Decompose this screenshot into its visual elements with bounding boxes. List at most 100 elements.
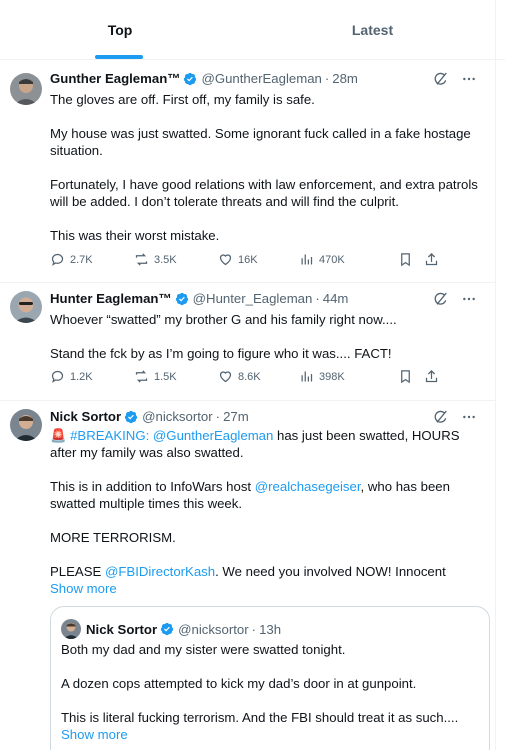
avatar[interactable]: [10, 409, 42, 441]
repost-count: 1.5K: [154, 370, 177, 383]
tweet[interactable]: Nick Sortor @nicksortor · 27m 🚨 #BREAKIN…: [0, 401, 495, 750]
quoted-handle: @nicksortor: [178, 621, 249, 637]
tweet-line: MORE TERRORISM.: [50, 530, 176, 545]
mention-link[interactable]: @realchasegeiser: [255, 479, 361, 494]
timestamp[interactable]: 27m: [223, 409, 249, 424]
more-options-icon[interactable]: [461, 291, 477, 307]
share-button[interactable]: [424, 369, 439, 384]
repost-button[interactable]: 3.5K: [134, 252, 177, 267]
tweet-line: My house was just swatted. Some ignorant…: [50, 126, 471, 158]
tweet-text-segment: . We need you involved NOW! Innocent: [215, 564, 446, 579]
quoted-tweet-text: Both my dad and my sister were swatted t…: [61, 641, 477, 743]
separator-dot: ·: [315, 291, 320, 306]
tweet-line: Stand the fck by as I’m going to figure …: [50, 346, 392, 361]
like-button[interactable]: 16K: [218, 252, 258, 267]
verified-badge-icon: [184, 72, 197, 85]
show-more-link[interactable]: Show more: [50, 580, 481, 597]
avatar[interactable]: [10, 291, 42, 323]
bookmark-icon: [401, 370, 410, 384]
tweet[interactable]: Hunter Eagleman™ @Hunter_Eagleman · 44m …: [0, 283, 495, 401]
grok-icon[interactable]: [433, 71, 449, 87]
timestamp[interactable]: 44m: [323, 291, 349, 306]
handle[interactable]: @Hunter_Eagleman: [193, 291, 313, 306]
like-button[interactable]: 8.6K: [218, 369, 261, 384]
tweet-line: The gloves are off. First off, my family…: [50, 92, 315, 107]
quoted-timestamp: 13h: [259, 621, 282, 637]
tab-latest-label: Latest: [351, 22, 394, 38]
tweet-line: This was their worst mistake.: [50, 228, 220, 243]
quoted-tweet[interactable]: Nick Sortor @nicksortor · 13h Both my da…: [50, 606, 490, 750]
heart-icon: [219, 371, 232, 383]
tab-top-label: Top: [107, 22, 133, 38]
heart-icon: [219, 254, 232, 266]
display-name[interactable]: Hunter Eagleman™: [50, 291, 172, 306]
share-button[interactable]: [424, 252, 439, 267]
grok-icon[interactable]: [433, 291, 449, 307]
verified-badge-icon: [124, 410, 138, 423]
tweet-header: Hunter Eagleman™ @Hunter_Eagleman · 44m: [50, 291, 485, 306]
view-count: 398K: [319, 370, 345, 383]
tab-top[interactable]: Top: [0, 0, 240, 60]
tweet-actions: 1.2K 1.5K 8.6K 398K: [50, 369, 485, 389]
bookmark-icon: [401, 253, 410, 267]
display-name[interactable]: Nick Sortor: [50, 409, 121, 424]
avatar[interactable]: [10, 73, 42, 105]
tweet-header: Gunther Eagleman™ @GuntherEagleman · 28m: [50, 71, 485, 86]
like-count: 16K: [238, 253, 258, 266]
bookmark-button[interactable]: [398, 252, 413, 267]
tweet-text: 🚨 #BREAKING: @GuntherEagleman has just b…: [50, 427, 481, 597]
hashtag-link[interactable]: #BREAKING:: [70, 428, 149, 443]
tweet[interactable]: Gunther Eagleman™ @GuntherEagleman · 28m…: [0, 61, 495, 283]
tweet-text-segment: PLEASE: [50, 564, 105, 579]
reply-icon: [51, 253, 64, 266]
verified-badge-icon: [160, 622, 174, 636]
tweet-line: A dozen cops attempted to kick my dad’s …: [61, 676, 417, 691]
siren-emoji: 🚨: [50, 428, 67, 443]
handle[interactable]: @nicksortor: [142, 409, 213, 424]
quoted-show-more-link[interactable]: Show more: [61, 726, 477, 743]
reply-button[interactable]: 1.2K: [50, 369, 93, 384]
repost-icon: [135, 253, 148, 266]
mention-link[interactable]: @GuntherEagleman: [153, 428, 273, 443]
grok-icon[interactable]: [433, 409, 449, 425]
tab-latest[interactable]: Latest: [250, 0, 495, 60]
timeline-tabs: Top Latest: [0, 0, 505, 60]
repost-button[interactable]: 1.5K: [134, 369, 177, 384]
mention-link[interactable]: @FBIDirectorKash: [105, 564, 215, 579]
separator-dot: ·: [215, 409, 221, 424]
tweet-actions: 2.7K 3.5K 16K 470K: [50, 252, 485, 272]
share-icon: [425, 369, 438, 383]
quoted-display-name: Nick Sortor: [86, 621, 158, 637]
views-icon: [301, 371, 313, 382]
active-tab-indicator: [95, 55, 143, 59]
column-border: [495, 0, 505, 750]
like-count: 8.6K: [238, 370, 261, 383]
tweet-line: Fortunately, I have good relations with …: [50, 177, 478, 209]
more-options-icon[interactable]: [461, 409, 477, 425]
bookmark-button[interactable]: [398, 369, 413, 384]
tweet-text-segment: This is in addition to InfoWars host: [50, 479, 255, 494]
reply-count: 2.7K: [70, 253, 93, 266]
views-icon: [301, 254, 313, 265]
tweet-line: Whoever “swatted” my brother G and his f…: [50, 312, 397, 327]
verified-badge-icon: [175, 292, 188, 305]
quoted-tweet-header: Nick Sortor @nicksortor · 13h: [61, 619, 281, 639]
reply-count: 1.2K: [70, 370, 93, 383]
timestamp[interactable]: 28m: [332, 71, 358, 86]
tweet-header: Nick Sortor @nicksortor · 27m: [50, 409, 485, 424]
tweet-text: Whoever “swatted” my brother G and his f…: [50, 311, 481, 362]
reply-button[interactable]: 2.7K: [50, 252, 93, 267]
display-name[interactable]: Gunther Eagleman™: [50, 71, 180, 86]
separator-dot: ·: [324, 71, 330, 86]
view-count: 470K: [319, 253, 345, 266]
views-button[interactable]: 470K: [299, 252, 345, 267]
separator-dot: ·: [251, 621, 257, 637]
views-button[interactable]: 398K: [299, 369, 345, 384]
quoted-avatar: [61, 619, 81, 639]
handle[interactable]: @GuntherEagleman: [201, 71, 321, 86]
repost-icon: [135, 370, 148, 383]
tweet-line: Both my dad and my sister were swatted t…: [61, 642, 346, 657]
tweet-text: The gloves are off. First off, my family…: [50, 91, 481, 244]
more-options-icon[interactable]: [461, 71, 477, 87]
repost-count: 3.5K: [154, 253, 177, 266]
